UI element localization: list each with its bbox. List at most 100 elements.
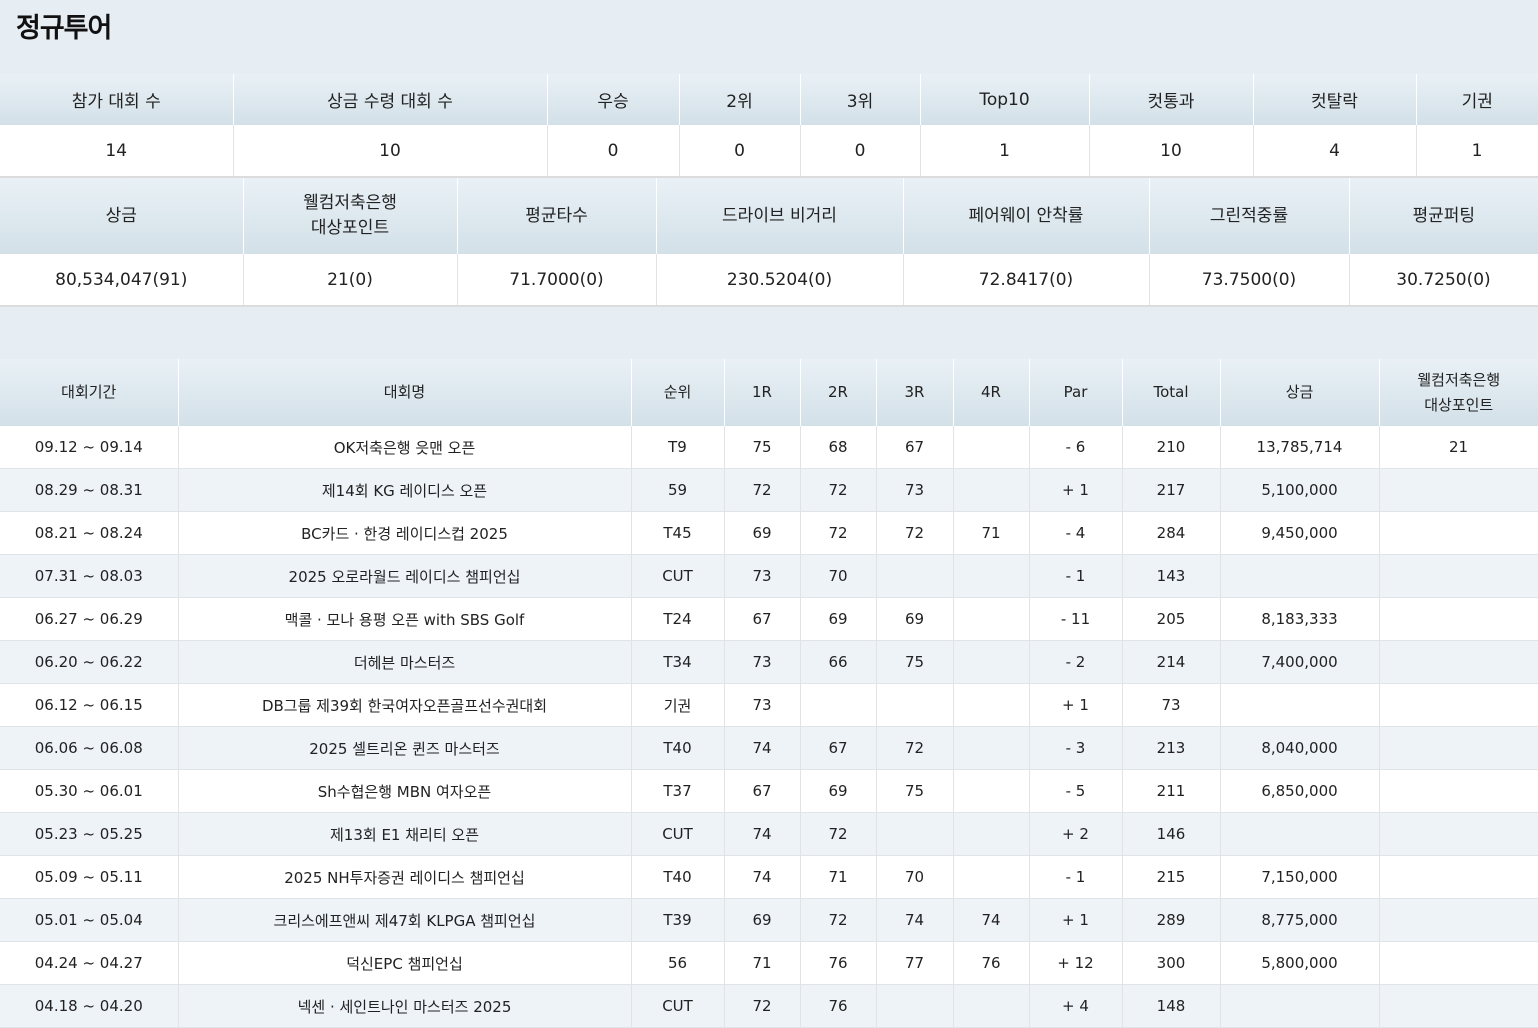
summary-header-4: 3위: [800, 74, 921, 125]
summary-header-row: 참가 대회 수 상금 수령 대회 수 우승 2위 3위 Top10 컷통과 컷탈락 기권: [0, 74, 1538, 125]
results-cell-7: - 11: [1029, 597, 1123, 641]
table-row: 08.29 ~ 08.31 제14회 KG 레이디스 오픈 59 72 72 73 + 12…: [0, 468, 1538, 512]
results-cell-5: [876, 812, 954, 856]
results-cell-4: 70: [800, 554, 877, 598]
results-cell-3: 72: [724, 984, 801, 1028]
summary-table: 참가 대회 수 상금 수령 대회 수 우승 2위 3위 Top10 컷통과 컷탈락 기권 14 1…: [0, 74, 1538, 178]
results-cell-8: 213: [1122, 726, 1221, 770]
results-cell-9: 13,785,714: [1220, 426, 1380, 469]
results-cell-4: 72: [800, 511, 877, 555]
results-cell-7: + 12: [1029, 941, 1123, 985]
results-cell-0: 08.21 ~ 08.24: [0, 511, 179, 555]
results-cell-4: 67: [800, 726, 877, 770]
results-cell-8: 214: [1122, 640, 1221, 684]
results-cell-3: 69: [724, 511, 801, 555]
results-cell-10: [1379, 597, 1538, 641]
results-cell-4: [800, 683, 877, 727]
results-cell-1: OK저축은행 읏맨 오픈: [178, 426, 632, 469]
table-row: 06.27 ~ 06.29 맥콜 · 모나 용평 오픈 with SBS Golf…: [0, 597, 1538, 641]
table-row: 09.12 ~ 09.14 OK저축은행 읏맨 오픈 T9 75 68 67 - 6 210 1…: [0, 426, 1538, 469]
results-cell-5: [876, 984, 954, 1028]
results-cell-6: [953, 984, 1030, 1028]
results-cell-6: [953, 468, 1030, 512]
results-cell-4: 71: [800, 855, 877, 899]
stats-header-1: 웰컴저축은행 대상포인트: [243, 178, 458, 254]
results-cell-7: - 4: [1029, 511, 1123, 555]
results-cell-9: 7,150,000: [1220, 855, 1380, 899]
stats-value-row: 80,534,047(91) 21(0) 71.7000(0) 230.5204(0)…: [0, 254, 1538, 307]
table-row: 05.23 ~ 05.25 제13회 E1 채리티 오픈 CUT 74 72 + 2 146: [0, 812, 1538, 856]
summary-header-1: 상금 수령 대회 수: [233, 74, 548, 125]
results-cell-9: 7,400,000: [1220, 640, 1380, 684]
results-cell-3: 73: [724, 554, 801, 598]
results-cell-7: - 5: [1029, 769, 1123, 813]
results-cell-6: [953, 426, 1030, 469]
results-cell-3: 67: [724, 769, 801, 813]
results-cell-2: T34: [631, 640, 725, 684]
results-table: 대회기간 대회명 순위 1R 2R 3R 4R Par Total 상금 웰컴저축은행 대상포인트 0…: [0, 359, 1538, 1028]
summary-cell-8: 1: [1416, 125, 1538, 178]
results-cell-10: [1379, 726, 1538, 770]
results-cell-7: + 1: [1029, 898, 1123, 942]
results-cell-4: 69: [800, 597, 877, 641]
results-cell-0: 06.20 ~ 06.22: [0, 640, 179, 684]
results-cell-2: CUT: [631, 554, 725, 598]
results-cell-10: [1379, 941, 1538, 985]
results-cell-2: 59: [631, 468, 725, 512]
table-row: 06.06 ~ 06.08 2025 셀트리온 퀸즈 마스터즈 T40 74 67 72 -…: [0, 726, 1538, 770]
results-cell-2: T40: [631, 855, 725, 899]
results-cell-3: 69: [724, 898, 801, 942]
results-cell-1: 2025 NH투자증권 레이디스 챔피언십: [178, 855, 632, 899]
results-cell-10: 21: [1379, 426, 1538, 469]
results-cell-9: [1220, 554, 1380, 598]
results-cell-8: 205: [1122, 597, 1221, 641]
results-cell-4: 72: [800, 468, 877, 512]
results-cell-7: + 2: [1029, 812, 1123, 856]
results-cell-3: 71: [724, 941, 801, 985]
stats-cell-3: 230.5204(0): [656, 254, 904, 307]
summary-cell-5: 1: [920, 125, 1090, 178]
results-cell-1: DB그룹 제39회 한국여자오픈골프선수권대회: [178, 683, 632, 727]
results-cell-5: 75: [876, 640, 954, 684]
stats-header-3: 드라이브 비거리: [656, 178, 904, 254]
results-cell-7: + 4: [1029, 984, 1123, 1028]
results-header-10: 웰컴저축은행 대상포인트: [1379, 359, 1538, 426]
results-cell-5: 77: [876, 941, 954, 985]
results-cell-10: [1379, 984, 1538, 1028]
results-cell-9: 9,450,000: [1220, 511, 1380, 555]
results-cell-6: [953, 726, 1030, 770]
stats-header-0: 상금: [0, 178, 244, 254]
results-cell-9: [1220, 812, 1380, 856]
results-cell-9: 8,040,000: [1220, 726, 1380, 770]
results-cell-10: [1379, 812, 1538, 856]
results-cell-10: [1379, 640, 1538, 684]
results-cell-7: - 1: [1029, 855, 1123, 899]
results-cell-10: [1379, 468, 1538, 512]
results-cell-8: 300: [1122, 941, 1221, 985]
results-cell-5: 70: [876, 855, 954, 899]
results-cell-4: 68: [800, 426, 877, 469]
table-row: 06.20 ~ 06.22 더헤븐 마스터즈 T34 73 66 75 - 2 214 7,40…: [0, 640, 1538, 684]
results-header-8: Total: [1122, 359, 1221, 426]
stats-header-row: 상금 웰컴저축은행 대상포인트 평균타수 드라이브 비거리 페어웨이 안착률 그린적중률 평균…: [0, 178, 1538, 254]
stats-header-6: 평균퍼팅: [1349, 178, 1538, 254]
results-cell-5: 72: [876, 511, 954, 555]
results-cell-0: 08.29 ~ 08.31: [0, 468, 179, 512]
stats-cell-5: 73.7500(0): [1149, 254, 1350, 307]
results-header-row: 대회기간 대회명 순위 1R 2R 3R 4R Par Total 상금 웰컴저축은행 대상포인트: [0, 359, 1538, 426]
results-cell-0: 07.31 ~ 08.03: [0, 554, 179, 598]
results-cell-10: [1379, 898, 1538, 942]
results-cell-0: 06.27 ~ 06.29: [0, 597, 179, 641]
results-cell-2: CUT: [631, 984, 725, 1028]
summary-header-7: 컷탈락: [1253, 74, 1417, 125]
summary-header-3: 2위: [679, 74, 801, 125]
results-cell-1: 2025 오로라월드 레이디스 챔피언십: [178, 554, 632, 598]
summary-cell-3: 0: [679, 125, 801, 178]
stats-table: 상금 웰컴저축은행 대상포인트 평균타수 드라이브 비거리 페어웨이 안착률 그린적중률 평균…: [0, 178, 1538, 307]
summary-header-8: 기권: [1416, 74, 1538, 125]
results-cell-8: 143: [1122, 554, 1221, 598]
results-cell-9: 6,850,000: [1220, 769, 1380, 813]
results-cell-6: [953, 597, 1030, 641]
stats-cell-6: 30.7250(0): [1349, 254, 1538, 307]
results-cell-0: 05.23 ~ 05.25: [0, 812, 179, 856]
